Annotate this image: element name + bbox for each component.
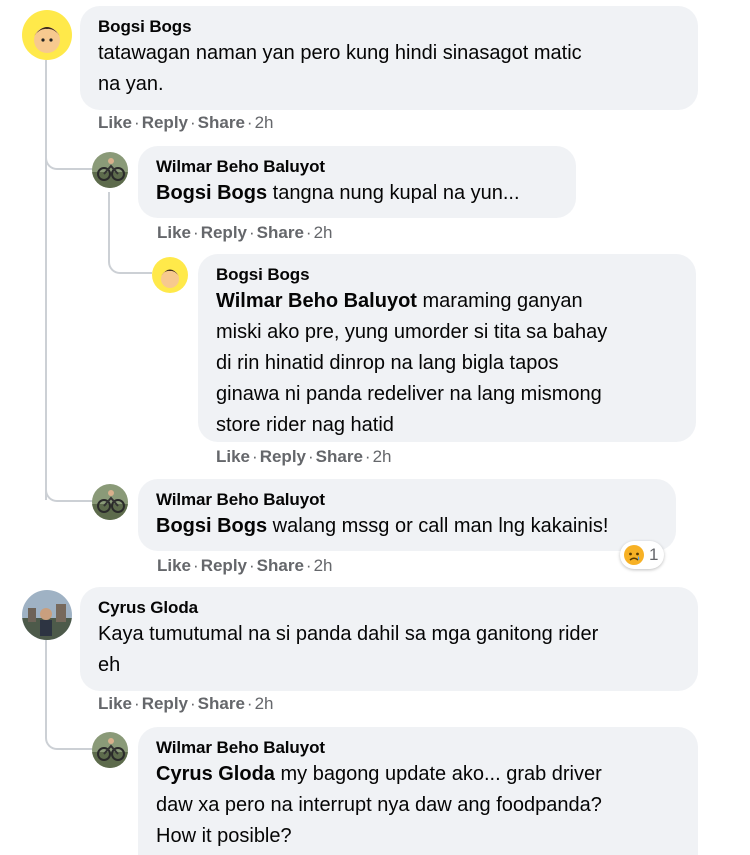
comment-author[interactable]: Cyrus Gloda: [98, 597, 682, 619]
comment-bubble: Cyrus Gloda Kaya tumutumal na si panda d…: [80, 587, 698, 691]
like-button[interactable]: Like: [216, 447, 250, 466]
avatar[interactable]: [152, 257, 188, 293]
timestamp[interactable]: 2h: [255, 694, 274, 713]
share-button[interactable]: Share: [316, 447, 363, 466]
like-button[interactable]: Like: [98, 113, 132, 132]
thread-connector: [45, 726, 93, 750]
comment-text: tatawagan naman yan pero kung hindi sina…: [98, 42, 582, 95]
comment-author[interactable]: Wilmar Beho Baluyot: [156, 737, 682, 759]
thread-connector: [45, 148, 93, 170]
avatar[interactable]: [92, 152, 128, 188]
avatar[interactable]: [22, 10, 72, 60]
share-button[interactable]: Share: [198, 113, 245, 132]
comment-text: Wilmar Beho Baluyot maraming ganyan misk…: [216, 290, 608, 436]
thread-connector: [45, 478, 93, 502]
comment-actions: Like · Reply · Share · 2h: [157, 556, 333, 575]
share-button[interactable]: Share: [257, 223, 304, 242]
comment-text: Bogsi Bogs tangna nung kupal na yun...: [156, 182, 520, 204]
reply-button[interactable]: Reply: [142, 113, 188, 132]
comment-actions: Like · Reply · Share · 2h: [216, 447, 392, 466]
timestamp[interactable]: 2h: [373, 447, 392, 466]
comment-actions: Like · Reply · Share · 2h: [98, 694, 274, 713]
thread-line: [45, 640, 47, 730]
mention-link[interactable]: Wilmar Beho Baluyot: [216, 290, 417, 312]
comment-author[interactable]: Wilmar Beho Baluyot: [156, 156, 560, 178]
comment-actions: Like · Reply · Share · 2h: [157, 223, 333, 242]
like-button[interactable]: Like: [157, 223, 191, 242]
comment-author[interactable]: Wilmar Beho Baluyot: [156, 489, 660, 511]
avatar[interactable]: [22, 590, 72, 640]
timestamp[interactable]: 2h: [314, 223, 333, 242]
reply-button[interactable]: Reply: [142, 694, 188, 713]
comment-bubble: Bogsi Bogs tatawagan naman yan pero kung…: [80, 6, 698, 110]
reply-button[interactable]: Reply: [260, 447, 306, 466]
comment-bubble: Bogsi Bogs Wilmar Beho Baluyot maraming …: [198, 254, 696, 442]
reply-button[interactable]: Reply: [201, 556, 247, 575]
timestamp[interactable]: 2h: [314, 556, 333, 575]
comment-text: Kaya tumutumal na si panda dahil sa mga …: [98, 623, 599, 676]
mention-link[interactable]: Bogsi Bogs: [156, 182, 267, 204]
sad-face-icon: [623, 544, 645, 566]
comment-actions: Like · Reply · Share · 2h: [98, 113, 274, 132]
reaction-count: 1: [649, 545, 659, 564]
mention-link[interactable]: Cyrus Gloda: [156, 763, 275, 785]
avatar[interactable]: [92, 732, 128, 768]
comment-author[interactable]: Bogsi Bogs: [216, 264, 680, 286]
share-button[interactable]: Share: [257, 556, 304, 575]
reply-button[interactable]: Reply: [201, 223, 247, 242]
like-button[interactable]: Like: [98, 694, 132, 713]
comment-text: Bogsi Bogs walang mssg or call man lng k…: [156, 515, 609, 537]
reaction-badge[interactable]: 1: [620, 541, 665, 569]
thread-line: [108, 192, 110, 252]
timestamp[interactable]: 2h: [255, 113, 274, 132]
share-button[interactable]: Share: [198, 694, 245, 713]
avatar[interactable]: [92, 484, 128, 520]
like-button[interactable]: Like: [157, 556, 191, 575]
comment-bubble: Wilmar Beho Baluyot Bogsi Bogs tangna nu…: [138, 146, 576, 218]
comment-bubble: Wilmar Beho Baluyot Bogsi Bogs walang ms…: [138, 479, 676, 551]
thread-line: [45, 60, 47, 500]
thread-connector: [108, 252, 152, 274]
comment-author[interactable]: Bogsi Bogs: [98, 16, 682, 38]
comment-bubble: Wilmar Beho Baluyot Cyrus Gloda my bagon…: [138, 727, 698, 855]
mention-link[interactable]: Bogsi Bogs: [156, 515, 267, 537]
comment-text: Cyrus Gloda my bagong update ako... grab…: [156, 763, 602, 847]
